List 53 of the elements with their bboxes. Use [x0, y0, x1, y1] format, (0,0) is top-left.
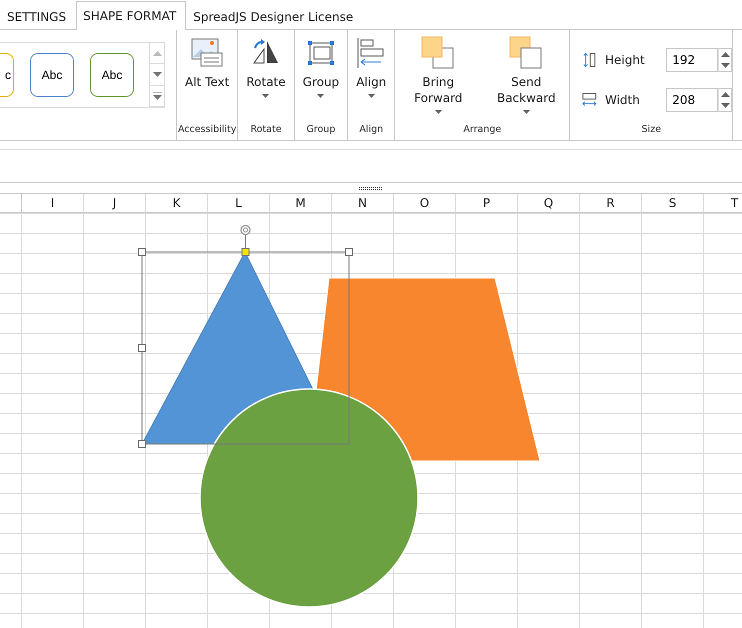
caret-icon	[434, 110, 442, 114]
ribbon-button[interactable]: Group	[302, 36, 340, 120]
ribbon-button[interactable]: Align	[356, 36, 386, 120]
scroll-down-icon[interactable]	[152, 72, 162, 77]
group-label: Size	[640, 123, 662, 137]
field-label: Width	[604, 93, 641, 107]
send-backward-icon	[509, 36, 544, 70]
column-header[interactable]: S	[642, 194, 704, 212]
column-header[interactable]: I	[22, 194, 84, 212]
ribbon-tab[interactable]: SETTINGS	[0, 2, 76, 30]
align-left-icon	[356, 37, 386, 69]
width-icon	[582, 92, 597, 108]
shape-style-option[interactable]: Abc	[90, 53, 134, 97]
spin-down-icon[interactable]	[720, 63, 730, 68]
overlapping-shapes-drawing[interactable]	[138, 224, 541, 608]
column-header[interactable]: R	[580, 194, 642, 212]
scroll-end-icon[interactable]	[152, 92, 162, 100]
group-label: Group	[305, 123, 336, 137]
column-header[interactable]: N	[332, 194, 394, 212]
ribbon-tab[interactable]: SpreadJS Designer License	[186, 2, 364, 30]
spin-up-icon[interactable]	[720, 52, 730, 57]
group-label: Accessibility	[177, 123, 238, 137]
column-header[interactable]: K	[146, 194, 208, 212]
group-label: Arrange	[462, 123, 502, 137]
ribbon-button[interactable]: Rotate	[246, 36, 286, 120]
spin-down-icon[interactable]	[720, 103, 730, 108]
caret-icon	[262, 94, 270, 98]
field-label: Height	[604, 53, 646, 67]
column-header[interactable]: M	[270, 194, 332, 212]
column-header[interactable]: J	[84, 194, 146, 212]
column-header[interactable]: Q	[518, 194, 580, 212]
ribbon-button[interactable]: Send Backward	[491, 36, 562, 120]
ribbon-button[interactable]: Alt Text	[185, 36, 230, 120]
caret-icon	[522, 110, 530, 114]
height-icon	[582, 52, 597, 68]
column-header[interactable]: L	[208, 194, 270, 212]
group-icon	[306, 39, 336, 67]
bring-forward-icon	[421, 36, 456, 70]
ribbon-tab[interactable]: SHAPE FORMAT	[76, 1, 186, 30]
shape-style-option[interactable]: c	[0, 53, 14, 97]
caret-icon	[317, 94, 324, 98]
spin-up-icon[interactable]	[720, 92, 730, 97]
column-header[interactable]: T	[704, 194, 742, 212]
number-field[interactable]: 208	[666, 88, 718, 112]
caret-icon	[368, 94, 375, 98]
shape-style-option[interactable]: Abc	[30, 53, 74, 97]
picture-caption-icon	[191, 37, 224, 69]
number-field[interactable]: 192	[666, 48, 718, 72]
group-label: Rotate	[249, 123, 283, 137]
ribbon-button[interactable]: Bring Forward	[403, 36, 474, 120]
column-header[interactable]: P	[456, 194, 518, 212]
group-label: Align	[358, 123, 384, 137]
column-header[interactable]: O	[394, 194, 456, 212]
